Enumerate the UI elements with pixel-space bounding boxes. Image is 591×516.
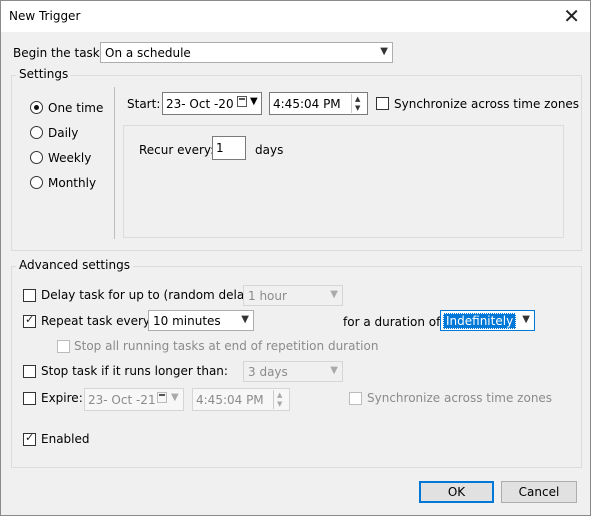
repeat-value: 10 minutes (153, 314, 221, 328)
delay-value: 1 hour (248, 289, 287, 303)
radio-weekly[interactable] (30, 151, 43, 164)
recur-label: Recur every: (139, 143, 215, 157)
recur-input[interactable]: 1 (212, 136, 246, 160)
duration-value: Indefinitely (443, 313, 517, 329)
recur-value: 1 (216, 141, 224, 155)
chevron-down-icon: ▼ (330, 365, 338, 376)
expire-checkbox[interactable] (23, 392, 36, 405)
expire-time-field[interactable]: 4:45:04 PM ▲ ▼ (192, 388, 290, 411)
spin-down-icon[interactable]: ▼ (277, 400, 282, 408)
start-date-picker[interactable]: 23- Oct -20 ▼ (162, 92, 262, 115)
expire-date-value: 23- Oct -21 (88, 393, 156, 407)
spin-down-icon[interactable]: ▼ (355, 104, 360, 112)
radio-one-time-label[interactable]: One time (48, 101, 103, 115)
chevron-down-icon: ▼ (330, 289, 338, 300)
stop-longer-dropdown[interactable]: 3 days ▼ (243, 361, 343, 382)
sync-timezones-label[interactable]: Synchronize across time zones (394, 97, 579, 111)
settings-group-label: Settings (16, 67, 72, 81)
radio-weekly-label[interactable]: Weekly (48, 151, 91, 165)
stop-running-label: Stop all running tasks at end of repetit… (74, 339, 379, 353)
stop-longer-checkbox[interactable] (23, 365, 36, 378)
title-bar: New Trigger ✕ (1, 1, 590, 32)
radio-monthly-label[interactable]: Monthly (48, 176, 96, 190)
expire-date-picker[interactable]: 23- Oct -21 ▼ (84, 388, 184, 411)
close-icon[interactable]: ✕ (563, 5, 580, 27)
repeat-checkbox[interactable]: ✓ (23, 313, 36, 328)
chevron-down-icon: ▼ (522, 314, 530, 325)
expire-sync-checkbox[interactable] (349, 392, 362, 405)
radio-daily[interactable] (30, 126, 43, 139)
start-time-field[interactable]: 4:45:04 PM ▲ ▼ (269, 92, 368, 115)
expire-label[interactable]: Expire: (41, 391, 83, 405)
check-icon: ✓ (25, 313, 35, 326)
repeat-label[interactable]: Repeat task every: (41, 314, 153, 328)
delay-label[interactable]: Delay task for up to (random delay): (41, 288, 260, 302)
duration-dropdown[interactable]: Indefinitely ▼ (440, 310, 535, 331)
radio-daily-label[interactable]: Daily (48, 126, 78, 140)
recur-unit: days (255, 143, 284, 157)
stop-running-checkbox[interactable] (57, 340, 70, 353)
delay-dropdown[interactable]: 1 hour ▼ (243, 285, 343, 306)
spin-up-icon[interactable]: ▲ (355, 95, 360, 103)
calendar-icon[interactable] (157, 392, 167, 403)
duration-label: for a duration of: (343, 315, 444, 329)
new-trigger-dialog: New Trigger ✕ Begin the task: On a sched… (0, 0, 591, 516)
enabled-checkbox[interactable]: ✓ (23, 431, 36, 446)
enabled-label[interactable]: Enabled (41, 432, 90, 446)
chevron-down-icon: ▼ (380, 46, 388, 57)
time-spinner[interactable]: ▲ ▼ (351, 94, 366, 113)
expire-sync-label: Synchronize across time zones (367, 391, 553, 405)
start-label: Start: (127, 97, 161, 111)
begin-task-value: On a schedule (105, 46, 191, 60)
advanced-settings-label: Advanced settings (16, 258, 133, 272)
start-time-value: 4:45:04 PM (273, 97, 341, 111)
time-spinner[interactable]: ▲ ▼ (273, 390, 288, 409)
repeat-dropdown[interactable]: 10 minutes ▼ (148, 310, 254, 331)
stop-longer-value: 3 days (248, 365, 288, 379)
chevron-down-icon[interactable]: ▼ (171, 392, 179, 403)
recur-panel (123, 125, 564, 238)
sync-timezones-checkbox[interactable] (376, 97, 389, 110)
begin-task-label: Begin the task: (13, 46, 104, 60)
spin-up-icon[interactable]: ▲ (277, 391, 282, 399)
ok-button[interactable]: OK (419, 481, 494, 503)
radio-monthly[interactable] (30, 176, 43, 189)
stop-longer-label[interactable]: Stop task if it runs longer than: (41, 364, 228, 378)
start-date-value: 23- Oct -20 (166, 97, 234, 111)
chevron-down-icon: ▼ (241, 314, 249, 325)
settings-divider (114, 87, 115, 239)
radio-selected-dot (34, 105, 39, 110)
begin-task-dropdown[interactable]: On a schedule ▼ (100, 42, 393, 63)
delay-checkbox[interactable] (23, 289, 36, 302)
chevron-down-icon[interactable]: ▼ (250, 96, 258, 107)
cancel-button[interactable]: Cancel (501, 481, 577, 503)
radio-one-time[interactable] (30, 101, 43, 114)
dialog-title: New Trigger (9, 9, 81, 23)
check-icon: ✓ (25, 431, 35, 444)
calendar-icon[interactable] (237, 96, 247, 107)
expire-time-value: 4:45:04 PM (196, 393, 264, 407)
